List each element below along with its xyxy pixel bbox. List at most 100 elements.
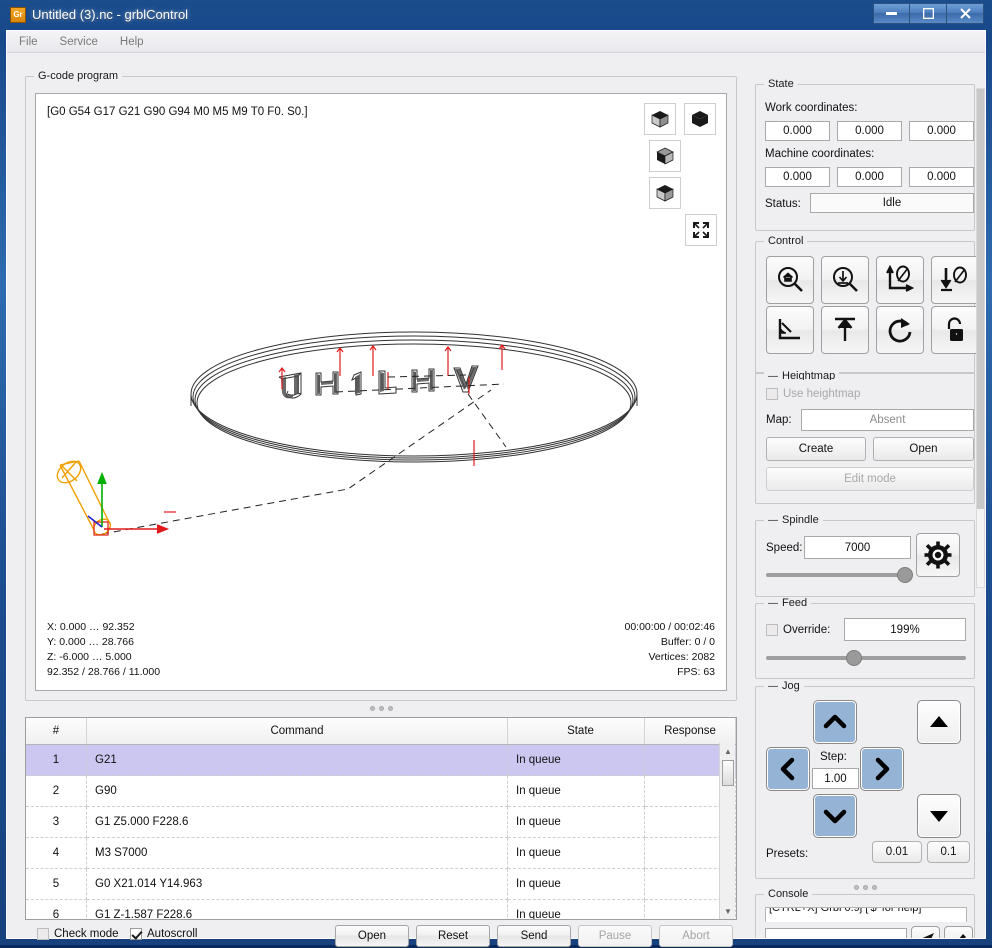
feed-group: Feed Override: 199% — [755, 597, 975, 679]
spindle-speed-input[interactable]: 7000 — [804, 536, 911, 559]
checkbox-box — [130, 928, 142, 940]
jog-z-plus-button[interactable] — [917, 700, 961, 744]
table-row[interactable]: 1 G21 In queue — [26, 744, 736, 776]
spindle-toggle-button[interactable] — [916, 533, 960, 577]
fps-counter: FPS: 63 — [677, 666, 715, 678]
checkbox-box — [766, 388, 778, 400]
window-title: Untitled (3).nc - grblControl — [32, 7, 189, 22]
autoscroll-label: Autoscroll — [147, 928, 198, 940]
scroll-down-icon[interactable]: ▼ — [720, 903, 736, 919]
column-header-command[interactable]: Command — [86, 718, 508, 745]
jog-group: Jog Step: — [755, 680, 975, 879]
jog-y-minus-button[interactable] — [813, 794, 857, 838]
bounds-z: Z: -6.000 … 5.000 — [47, 651, 132, 663]
cell-command: G90 — [86, 775, 508, 807]
cell-index: 6 — [26, 899, 87, 919]
buffer-status: Buffer: 0 / 0 — [660, 636, 715, 648]
pause-button: Pause — [578, 925, 652, 947]
bottom-toolbar: Check mode Autoscroll Open Reset Send Pa… — [25, 924, 737, 948]
slider-knob[interactable] — [897, 567, 913, 583]
cell-index: 1 — [26, 744, 87, 776]
app-icon: Gr — [10, 7, 26, 23]
gcode-3d-viewport[interactable]: [G0 G54 G17 G21 G90 G94 M0 M5 M9 T0 F0. … — [35, 93, 727, 691]
maximize-button[interactable] — [910, 3, 947, 24]
table-row[interactable]: 6 G1 Z-1.587 F228.6 In queue — [26, 899, 736, 919]
menu-service[interactable]: Service — [60, 36, 98, 48]
heightmap-create-button[interactable]: Create — [766, 437, 866, 461]
table-row[interactable]: 5 G0 X21.014 Y14.963 In queue — [26, 868, 736, 900]
feed-group-title[interactable]: Feed — [764, 597, 812, 609]
machine-coordinates-label: Machine coordinates: — [765, 148, 875, 160]
right-panel-scrollbar[interactable] — [976, 88, 985, 588]
return-to-zero-button[interactable] — [821, 306, 869, 354]
feed-override-checkbox[interactable]: Override: — [766, 624, 830, 636]
menu-bar: File Service Help — [7, 31, 985, 53]
slider-track — [766, 656, 966, 660]
close-button[interactable] — [947, 3, 984, 24]
column-header-index[interactable]: # — [26, 718, 87, 745]
jog-x-plus-button[interactable] — [860, 747, 904, 791]
minimize-button[interactable] — [873, 3, 910, 24]
send-plane-icon[interactable] — [911, 926, 940, 938]
open-button[interactable]: Open — [335, 925, 409, 947]
table-row[interactable]: 3 G1 Z5.000 F228.6 In queue — [26, 806, 736, 838]
control-group-title: Control — [764, 235, 808, 247]
map-value-field[interactable]: Absent — [801, 409, 974, 431]
work-coordinate-y[interactable]: 0.000 — [837, 121, 902, 141]
column-header-state[interactable]: State — [507, 718, 645, 745]
zero-xy-button[interactable] — [876, 256, 924, 304]
reset-button[interactable]: Reset — [416, 925, 490, 947]
jog-x-minus-button[interactable] — [766, 747, 810, 791]
scrollbar-thumb[interactable] — [722, 760, 734, 786]
machine-coordinate-z: 0.000 — [909, 167, 974, 187]
command-table[interactable]: # Command State Response 1 G21 In queue … — [25, 717, 737, 920]
cell-index: 2 — [26, 775, 87, 807]
safe-position-button[interactable] — [821, 256, 869, 304]
menu-help[interactable]: Help — [120, 36, 144, 48]
console-input[interactable] — [765, 928, 907, 938]
menu-file[interactable]: File — [19, 36, 38, 48]
spindle-speed-slider[interactable] — [766, 567, 913, 583]
home-button[interactable] — [766, 256, 814, 304]
jog-z-minus-button[interactable] — [917, 794, 961, 838]
slider-knob[interactable] — [846, 650, 862, 666]
splitter-dot — [387, 705, 393, 711]
jog-preset-01-button[interactable]: 0.1 — [927, 841, 970, 863]
unlock-button[interactable] — [931, 306, 979, 354]
jog-preset-001-button[interactable]: 0.01 — [872, 841, 922, 863]
jog-y-plus-button[interactable] — [813, 700, 857, 744]
feed-override-slider[interactable] — [766, 650, 966, 666]
horizontal-splitter[interactable] — [25, 701, 737, 715]
splitter-dot — [862, 884, 868, 890]
title-bar: Gr Untitled (3).nc - grblControl — [0, 0, 992, 30]
vertices-count: Vertices: 2082 — [648, 651, 715, 663]
cell-index: 5 — [26, 868, 87, 900]
work-coordinate-z[interactable]: 0.000 — [909, 121, 974, 141]
work-coordinate-x[interactable]: 0.000 — [765, 121, 830, 141]
send-button[interactable]: Send — [497, 925, 571, 947]
clear-eraser-icon[interactable] — [944, 926, 973, 938]
scrollbar-thumb[interactable] — [977, 89, 984, 509]
column-header-response[interactable]: Response — [644, 718, 736, 745]
jog-step-input[interactable]: 1.00 — [812, 768, 859, 789]
scroll-up-icon[interactable]: ▲ — [720, 743, 736, 759]
check-mode-label: Check mode — [54, 928, 119, 940]
bounds-size: 92.352 / 28.766 / 11.000 — [47, 666, 161, 678]
slider-track — [766, 573, 912, 577]
console-log[interactable]: [CTRL+X] Grbl 0.9j ['$' for help] — [765, 907, 967, 922]
spindle-group: Spindle Speed: 7000 — [755, 514, 975, 597]
jog-group-title[interactable]: Jog — [764, 680, 804, 692]
gcode-program-group: G-code program [G0 G54 G17 G21 G90 G94 M… — [25, 70, 737, 701]
table-row[interactable]: 4 M3 S7000 In queue — [26, 837, 736, 869]
spindle-group-title[interactable]: Spindle — [764, 514, 823, 526]
autoscroll-checkbox[interactable]: Autoscroll — [130, 928, 198, 940]
reset-button[interactable] — [876, 306, 924, 354]
table-row[interactable]: 2 G90 In queue — [26, 775, 736, 807]
restore-origin-button[interactable] — [766, 306, 814, 354]
zero-z-button[interactable] — [931, 256, 979, 304]
heightmap-group-title[interactable]: Heightmap — [764, 367, 840, 380]
feed-override-input[interactable]: 199% — [844, 618, 966, 641]
table-scrollbar[interactable]: ▲ ▼ — [719, 743, 735, 919]
heightmap-open-button[interactable]: Open — [873, 437, 974, 461]
check-mode-checkbox[interactable]: Check mode — [37, 928, 119, 940]
